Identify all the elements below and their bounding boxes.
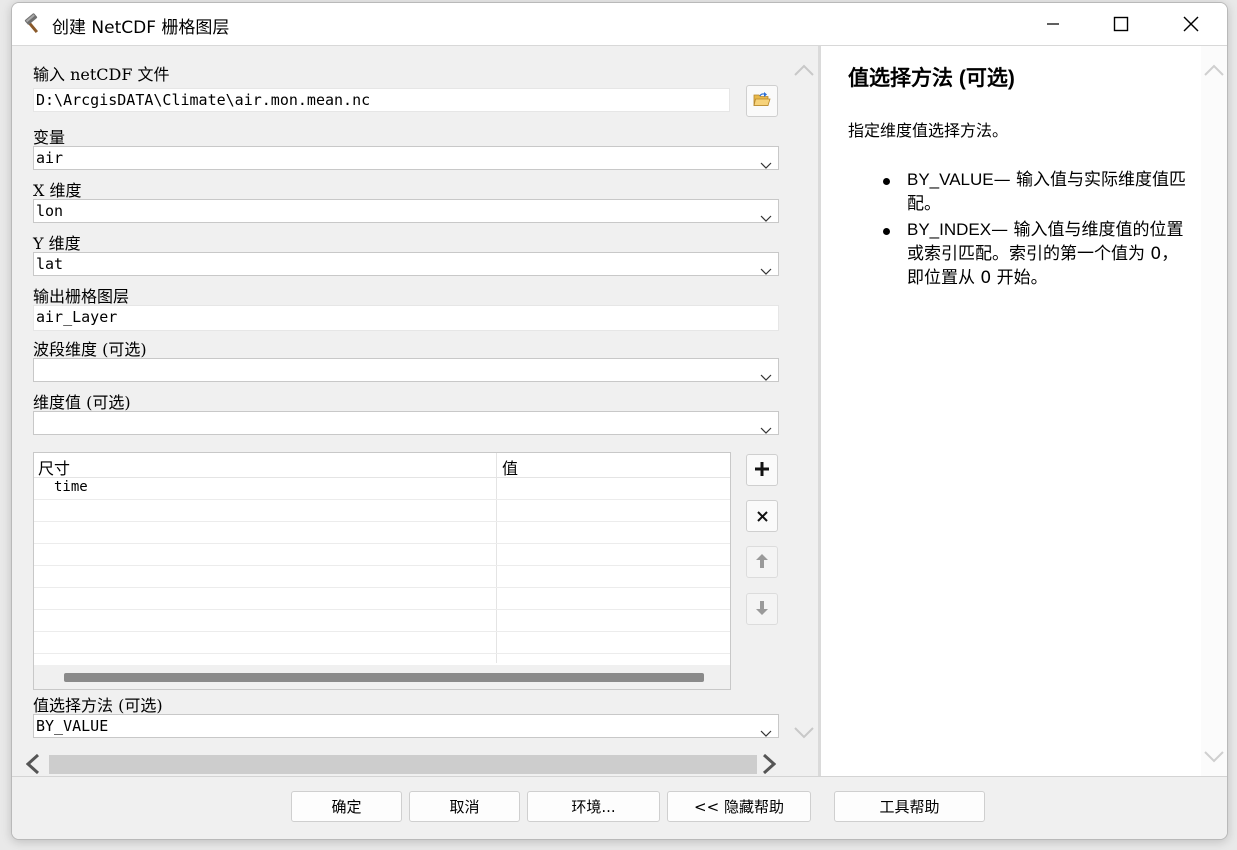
table-row bbox=[34, 587, 730, 610]
help-description: 指定维度值选择方法。 bbox=[848, 121, 1009, 140]
value-method-select[interactable]: BY_VALUE bbox=[33, 714, 779, 738]
plus-icon bbox=[755, 461, 769, 480]
bullet-icon bbox=[883, 178, 890, 185]
help-option-keyword: BY_VALUE bbox=[907, 170, 994, 189]
parameters-vertical-scrollbar[interactable] bbox=[790, 46, 818, 752]
chevron-down-icon bbox=[760, 260, 772, 275]
band-dimension-label: 波段维度 (可选) bbox=[33, 340, 147, 359]
environments-button[interactable]: 环境... bbox=[527, 791, 660, 822]
variable-value: air bbox=[36, 149, 64, 167]
close-icon bbox=[756, 507, 768, 526]
table-row bbox=[34, 521, 730, 544]
value-method-label: 值选择方法 (可选) bbox=[33, 696, 163, 715]
maximize-button[interactable] bbox=[1087, 3, 1155, 45]
chevron-down-icon bbox=[760, 207, 772, 222]
chevron-down-icon bbox=[760, 366, 772, 381]
ok-button[interactable]: 确定 bbox=[291, 791, 402, 822]
y-dimension-value: lat bbox=[36, 255, 64, 273]
table-row bbox=[34, 543, 730, 566]
browse-button[interactable] bbox=[746, 85, 778, 117]
close-button[interactable] bbox=[1157, 3, 1225, 45]
x-dimension-select[interactable]: lon bbox=[33, 199, 779, 223]
table-horizontal-scrollbar[interactable] bbox=[34, 665, 730, 689]
table-cell-dimension: time bbox=[54, 479, 88, 495]
dialog-window: 创建 NetCDF 栅格图层 输入 netCDF 文件 D:\ArcgisDAT… bbox=[11, 2, 1228, 840]
band-dimension-select[interactable] bbox=[33, 358, 779, 382]
value-method-value: BY_VALUE bbox=[36, 717, 109, 735]
scroll-down-icon[interactable] bbox=[794, 724, 814, 743]
scroll-down-icon[interactable] bbox=[1204, 748, 1224, 767]
table-row bbox=[34, 631, 730, 654]
input-file-value: D:\ArcgisDATA\Climate\air.mon.mean.nc bbox=[36, 91, 371, 109]
bullet-icon bbox=[883, 228, 890, 235]
chevron-down-icon bbox=[760, 154, 772, 169]
help-option-by-value: BY_VALUE— 输入值与实际维度值匹配。 bbox=[881, 168, 1191, 216]
x-dimension-value: lon bbox=[36, 202, 64, 220]
scroll-up-icon[interactable] bbox=[1204, 61, 1224, 80]
variable-select[interactable]: air bbox=[33, 146, 779, 170]
arrow-down-icon bbox=[756, 600, 768, 619]
parameters-horizontal-scrollbar[interactable] bbox=[12, 752, 790, 776]
cancel-button[interactable]: 取消 bbox=[409, 791, 520, 822]
help-pane: 值选择方法 (可选) 指定维度值选择方法。 BY_VALUE— 输入值与实际维度… bbox=[821, 46, 1227, 776]
chevron-down-icon bbox=[760, 419, 772, 434]
tool-help-button[interactable]: 工具帮助 bbox=[834, 791, 985, 822]
help-option-by-index: BY_INDEX— 输入值与维度值的位置或索引匹配。索引的第一个值为 0，即位置… bbox=[881, 218, 1191, 290]
parameters-pane: 输入 netCDF 文件 D:\ArcgisDATA\Climate\air.m… bbox=[12, 46, 818, 776]
column-header-value: 值 bbox=[502, 459, 519, 478]
title-bar: 创建 NetCDF 栅格图层 bbox=[12, 3, 1227, 46]
help-title: 值选择方法 (可选) bbox=[848, 67, 1015, 90]
move-down-button[interactable] bbox=[746, 593, 778, 625]
table-row[interactable]: time bbox=[34, 477, 730, 500]
hammer-icon bbox=[22, 13, 44, 35]
scroll-right-icon[interactable] bbox=[762, 753, 777, 778]
scroll-left-icon[interactable] bbox=[25, 753, 40, 778]
horizontal-scroll-thumb[interactable] bbox=[49, 755, 757, 774]
output-layer-value: air_Layer bbox=[36, 308, 118, 326]
output-layer-label: 输出栅格图层 bbox=[33, 287, 130, 306]
column-header-dimension: 尺寸 bbox=[38, 459, 71, 478]
dimension-values-label: 维度值 (可选) bbox=[33, 393, 131, 412]
add-row-button[interactable] bbox=[746, 454, 778, 486]
scroll-up-icon[interactable] bbox=[794, 61, 814, 80]
table-row bbox=[34, 499, 730, 522]
move-up-button[interactable] bbox=[746, 546, 778, 578]
hide-help-button[interactable]: << 隐藏帮助 bbox=[667, 791, 811, 822]
x-dimension-label: X 维度 bbox=[33, 181, 82, 200]
table-row bbox=[34, 609, 730, 632]
table-row bbox=[34, 565, 730, 588]
dimension-values-table[interactable]: 尺寸 值 time bbox=[33, 452, 731, 690]
table-header: 尺寸 值 bbox=[34, 453, 730, 478]
table-scroll-thumb[interactable] bbox=[64, 673, 704, 682]
open-folder-icon bbox=[753, 91, 771, 111]
parameters-content: 输入 netCDF 文件 D:\ArcgisDATA\Climate\air.m… bbox=[12, 46, 790, 752]
help-option-list: BY_VALUE— 输入值与实际维度值匹配。 BY_INDEX— 输入值与维度值… bbox=[881, 168, 1191, 292]
input-file-label: 输入 netCDF 文件 bbox=[33, 65, 170, 84]
minimize-button[interactable] bbox=[1019, 3, 1087, 45]
dialog-footer: 确定 取消 环境... << 隐藏帮助 工具帮助 bbox=[12, 776, 1227, 839]
output-layer-field[interactable]: air_Layer bbox=[33, 305, 779, 331]
chevron-down-icon bbox=[760, 722, 772, 737]
window-title: 创建 NetCDF 栅格图层 bbox=[52, 18, 230, 38]
help-option-keyword: BY_INDEX bbox=[907, 220, 992, 239]
y-dimension-label: Y 维度 bbox=[33, 234, 81, 253]
input-file-field[interactable]: D:\ArcgisDATA\Climate\air.mon.mean.nc bbox=[33, 88, 730, 112]
y-dimension-select[interactable]: lat bbox=[33, 252, 779, 276]
help-vertical-scrollbar[interactable] bbox=[1201, 46, 1227, 776]
dimension-values-select[interactable] bbox=[33, 411, 779, 435]
arrow-up-icon bbox=[756, 553, 768, 572]
delete-row-button[interactable] bbox=[746, 500, 778, 532]
variable-label: 变量 bbox=[33, 128, 66, 147]
